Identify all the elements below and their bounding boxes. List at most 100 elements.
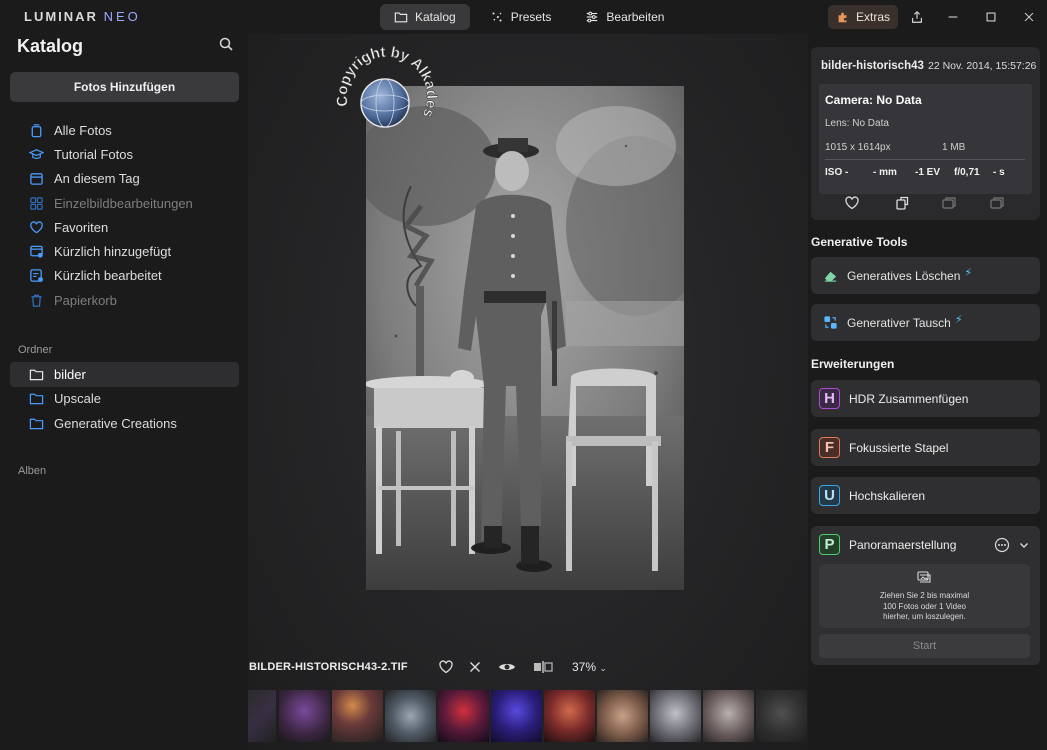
sidebar-item-alle-fotos[interactable]: Alle Fotos	[10, 118, 239, 142]
folder-label: Generative Creations	[54, 415, 177, 431]
search-icon[interactable]	[218, 36, 234, 52]
chevron-down-icon[interactable]	[1018, 539, 1030, 551]
filmstrip-thumbnail[interactable]	[756, 690, 807, 742]
generative-tools-heading: Generative Tools	[811, 235, 908, 249]
bolt-icon: ⚡	[964, 267, 973, 279]
sidebar-item-label: Alle Fotos	[54, 122, 112, 138]
sliders-icon	[587, 11, 598, 23]
tab-katalog[interactable]: Katalog	[380, 4, 470, 30]
heart-icon	[30, 221, 43, 234]
image-filename: BILDER-HISTORISCH43-2.TIF	[249, 661, 408, 673]
folder-icon	[29, 369, 44, 381]
extension-label: HDR Zusammenfügen	[849, 391, 969, 406]
zoom-value: 37%	[572, 660, 597, 674]
folder-label: bilder	[54, 366, 86, 382]
extension-upscale[interactable]: U Hochskalieren	[811, 477, 1040, 514]
filmstrip-thumbnail[interactable]	[544, 690, 595, 742]
minimize-icon	[948, 16, 958, 18]
close-button[interactable]	[1019, 7, 1039, 27]
sidebar-item-label: Favoriten	[54, 219, 109, 235]
panorama-start-button[interactable]: Start	[819, 634, 1030, 658]
filmstrip-thumbnail[interactable]	[279, 690, 330, 742]
tab-presets[interactable]: Presets	[476, 4, 566, 30]
focal-value: - mm	[873, 167, 897, 178]
top-navigation: Katalog Presets Bearbeiten	[380, 4, 678, 30]
folder-list: bilder Upscale Generative Creations	[10, 362, 239, 436]
filmstrip-thumbnail[interactable]	[703, 690, 754, 742]
reject-icon[interactable]	[467, 659, 483, 675]
extras-button[interactable]: Extras	[828, 5, 898, 29]
filmstrip-thumbnail[interactable]	[650, 690, 701, 742]
sidebar-item-kuerzlich-hinzugefuegt[interactable]: Kürzlich hinzugefügt	[10, 239, 239, 263]
app-logo: LUMINAR NEO	[24, 9, 141, 24]
add-photos-button[interactable]: Fotos Hinzufügen	[10, 72, 239, 102]
dimensions-value: 1015 x 1614px	[825, 142, 891, 153]
sidebar-item-kuerzlich-bearbeitet[interactable]: Kürzlich bearbeitet	[10, 264, 239, 288]
compare-icon[interactable]	[532, 659, 554, 675]
albums-heading: Alben	[18, 465, 47, 477]
extras-label: Extras	[855, 10, 890, 24]
tool-label: Generatives Löschen	[847, 268, 961, 283]
sidebar-item-tutorial-fotos[interactable]: Tutorial Fotos	[10, 142, 239, 166]
minimize-button[interactable]	[943, 7, 963, 27]
folder-item-generative-creations[interactable]: Generative Creations	[10, 411, 239, 436]
sidebar-item-an-diesem-tag[interactable]: An diesem Tag	[10, 167, 239, 191]
title-bar: LUMINAR NEO Katalog Presets Bearbeiten E…	[0, 0, 1047, 34]
duplicate-icon[interactable]	[941, 195, 957, 211]
extension-label: Hochskalieren	[849, 488, 926, 503]
heart-icon[interactable]	[438, 659, 454, 675]
stack-icon[interactable]	[989, 195, 1005, 211]
iso-value: ISO -	[825, 167, 849, 178]
sidebar-item-label: Kürzlich bearbeitet	[54, 268, 162, 284]
drop-zone-text: Ziehen Sie 2 bis maximal 100 Fotos oder …	[829, 591, 1020, 623]
recent-added-icon	[30, 245, 43, 258]
info-date: 22 Nov. 2014, 15:57:26	[928, 60, 1037, 72]
info-actions	[811, 193, 1040, 213]
folder-item-bilder[interactable]: bilder	[10, 362, 239, 387]
sidebar-item-papierkorb[interactable]: Papierkorb	[10, 288, 239, 312]
panorama-drop-zone[interactable]: Ziehen Sie 2 bis maximal 100 Fotos oder …	[819, 564, 1030, 628]
filmstrip-thumbnail[interactable]	[385, 690, 436, 742]
tab-label: Presets	[510, 10, 552, 24]
filmstrip-thumbnail[interactable]	[597, 690, 648, 742]
camera-value: Camera: No Data	[825, 93, 922, 107]
panorama-header[interactable]: P Panoramaerstellung	[819, 534, 956, 555]
more-options-icon[interactable]	[994, 537, 1010, 553]
catalog-nav: Alle Fotos Tutorial Fotos An diesem Tag …	[10, 118, 239, 312]
sidebar-item-label: Einzelbildbearbeitungen	[54, 195, 193, 211]
tab-bearbeiten[interactable]: Bearbeiten	[571, 4, 678, 30]
extension-panorama-panel: P Panoramaerstellung Ziehen Sie 2 bis ma…	[811, 526, 1040, 665]
extension-hdr-merge[interactable]: H HDR Zusammenfügen	[811, 380, 1040, 417]
filmstrip-thumbnail[interactable]	[438, 690, 489, 742]
sidebar-item-favoriten[interactable]: Favoriten	[10, 215, 239, 239]
filmstrip-thumbnail[interactable]	[491, 690, 542, 742]
historic-portrait-image	[366, 86, 684, 590]
sidebar-item-label: Tutorial Fotos	[54, 146, 133, 162]
share-button[interactable]	[907, 7, 927, 27]
folder-icon	[29, 393, 44, 405]
folder-label: Upscale	[54, 391, 101, 407]
maximize-button[interactable]	[981, 7, 1001, 27]
eraser-icon	[824, 271, 837, 282]
extension-focus-stacking[interactable]: F Fokussierte Stapel	[811, 429, 1040, 466]
tab-label: Bearbeiten	[606, 10, 665, 24]
sparkle-icon	[492, 12, 502, 22]
folder-icon	[29, 418, 44, 430]
heart-icon[interactable]	[844, 195, 860, 211]
folder-item-upscale[interactable]: Upscale	[10, 387, 239, 412]
photos-stack-icon	[31, 123, 42, 137]
sidebar-title: Katalog	[17, 36, 84, 56]
extension-label: Fokussierte Stapel	[849, 440, 949, 455]
eye-icon[interactable]	[498, 659, 516, 675]
sidebar-item-einzelbildbearbeitungen[interactable]: Einzelbildbearbeitungen	[10, 191, 239, 215]
filmstrip-thumbnail[interactable]	[248, 690, 276, 742]
copy-icon[interactable]	[894, 195, 910, 211]
generative-erase-button[interactable]: Generatives Löschen ⚡	[811, 257, 1040, 294]
close-icon	[1024, 12, 1034, 22]
drop-line-3: hierher, um loszulegen.	[883, 612, 966, 621]
generative-swap-button[interactable]: Generativer Tausch ⚡	[811, 304, 1040, 341]
filmstrip-thumbnail[interactable]	[332, 690, 383, 742]
main-photo[interactable]	[366, 86, 684, 590]
lens-value: Lens: No Data	[825, 118, 889, 129]
zoom-dropdown[interactable]: 37% ⌄	[572, 660, 607, 674]
